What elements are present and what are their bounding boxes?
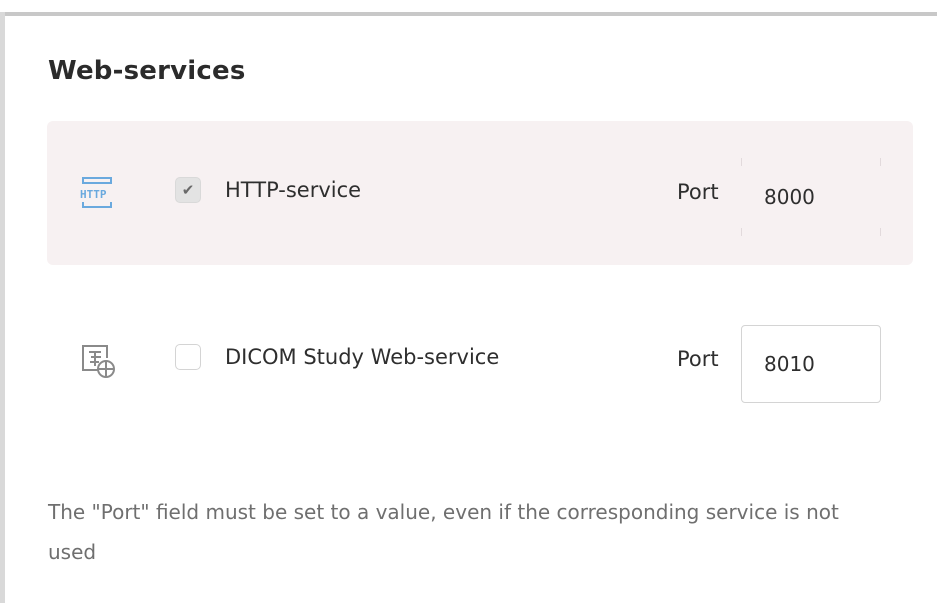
dicom-service-label: DICOM Study Web-service <box>225 345 500 369</box>
http-icon: HTTP <box>77 173 117 213</box>
http-port-label: Port <box>677 180 719 204</box>
dicom-port-label: Port <box>677 347 719 371</box>
http-port-input[interactable] <box>741 158 881 236</box>
http-service-label: HTTP-service <box>225 178 362 202</box>
http-service-checkbox[interactable]: ✔ <box>175 177 201 203</box>
dicom-service-checkbox[interactable] <box>175 344 201 370</box>
section-title: Web-services <box>48 56 246 86</box>
checkmark-icon: ✔ <box>181 180 195 199</box>
dicom-web-icon <box>77 340 117 380</box>
service-card-dicom: DICOM Study Web-service Port <box>47 288 913 432</box>
dicom-port-input[interactable] <box>741 325 881 403</box>
port-help-note: The "Port" field must be set to a value,… <box>48 500 839 564</box>
service-card-http: HTTP ✔ HTTP-service Port <box>47 121 913 265</box>
web-services-panel: Web-services HTTP ✔ HTTP-service Port 80… <box>5 16 937 603</box>
svg-text:HTTP: HTTP <box>80 188 107 201</box>
